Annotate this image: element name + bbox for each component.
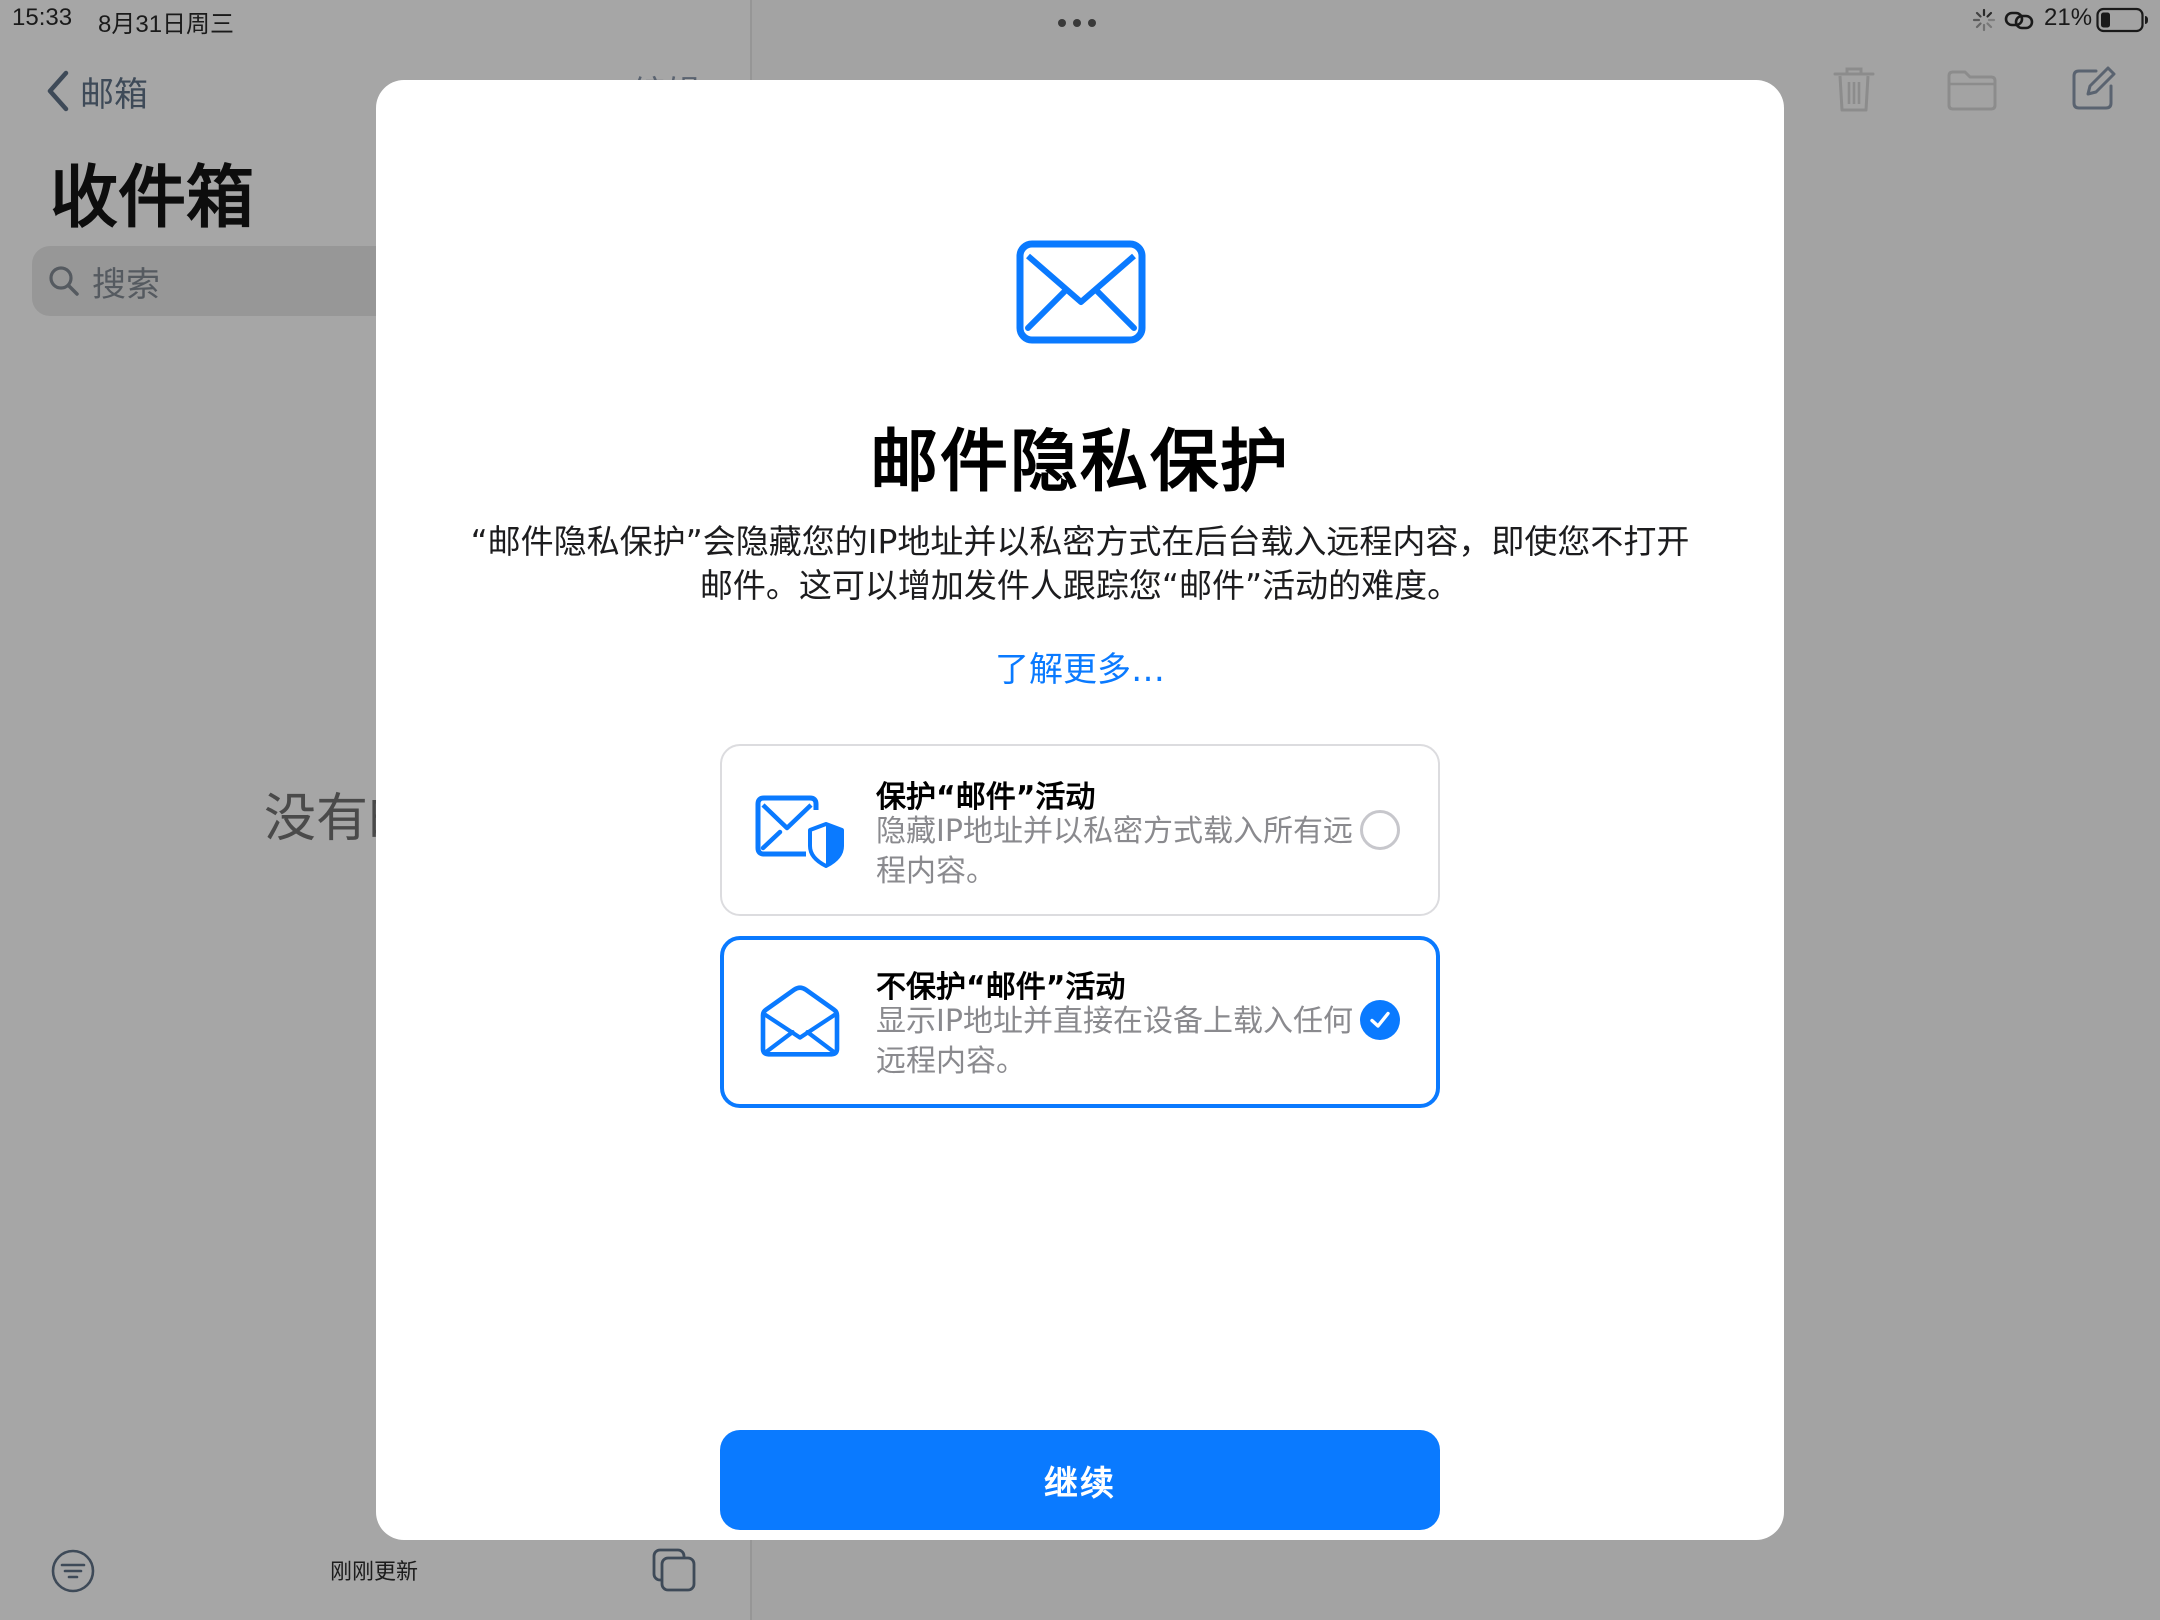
search-icon	[49, 266, 79, 296]
last-updated-status: 刚刚更新	[330, 1560, 419, 1585]
personal-hotspot-link-icon	[2004, 11, 2034, 30]
option-title: 不保护“邮件”活动	[876, 970, 1126, 1005]
checkmark-icon	[1370, 1011, 1390, 1028]
status-date: 8月31日周三	[98, 11, 235, 38]
mail-shield-icon	[755, 795, 844, 868]
filter-icon[interactable]	[50, 1548, 96, 1594]
sheet-description: “邮件隐私保护”会隐藏您的IP地址并以私密方式在后台载入远程内容，即使您不打开邮…	[470, 522, 1690, 605]
option-title: 保护“邮件”活动	[876, 780, 1096, 815]
radio-checked[interactable]	[1360, 1000, 1400, 1040]
compose-icon[interactable]	[2070, 66, 2116, 112]
option-do-not-protect-mail-activity[interactable]: 不保护“邮件”活动 显示IP地址并直接在设备上载入任何远程内容。	[720, 936, 1440, 1108]
search-placeholder: 搜索	[92, 264, 160, 305]
envelope-icon	[1016, 240, 1146, 344]
battery-icon	[2096, 7, 2148, 33]
page-title: 收件箱	[50, 159, 255, 238]
back-to-mailboxes-button[interactable]: 邮箱	[44, 66, 148, 116]
activity-spinner-icon	[1972, 8, 1996, 32]
learn-more-link[interactable]: 了解更多…	[376, 642, 1784, 691]
battery-percentage: 21%	[2044, 4, 2093, 31]
option-description: 隐藏IP地址并以私密方式载入所有远程内容。	[876, 814, 1353, 889]
mail-privacy-protection-sheet: 邮件隐私保护 “邮件隐私保护”会隐藏您的IP地址并以私密方式在后台载入远程内容，…	[376, 80, 1784, 1540]
chevron-left-icon	[47, 70, 69, 112]
open-envelope-icon	[760, 985, 840, 1057]
folder-icon[interactable]	[1946, 68, 1998, 112]
radio-unchecked[interactable]	[1360, 810, 1400, 850]
option-description: 显示IP地址并直接在设备上载入任何远程内容。	[876, 1004, 1353, 1079]
stacked-windows-icon[interactable]	[650, 1546, 698, 1594]
multitasking-dots-icon[interactable]	[1058, 19, 1096, 27]
continue-button[interactable]: 继续	[720, 1430, 1440, 1530]
sheet-title: 邮件隐私保护	[869, 423, 1290, 502]
trash-icon[interactable]	[1832, 64, 1876, 114]
option-protect-mail-activity[interactable]: 保护“邮件”活动 隐藏IP地址并以私密方式载入所有远程内容。	[720, 744, 1440, 916]
status-time: 15:33	[12, 4, 73, 31]
back-label: 邮箱	[80, 74, 148, 115]
